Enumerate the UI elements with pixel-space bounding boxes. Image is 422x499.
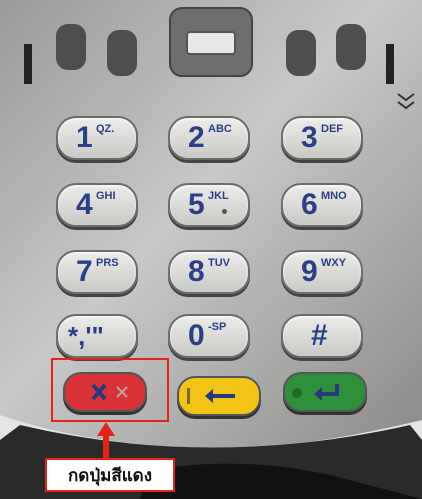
key-letters: GHI <box>96 190 116 202</box>
key-digit: 5 <box>188 188 205 221</box>
key-letters: WXY <box>321 257 347 269</box>
key-digit: 8 <box>188 255 205 288</box>
key-letters: DEF <box>321 123 343 135</box>
highlight-box <box>51 358 169 422</box>
key-letters: PRS <box>96 257 119 269</box>
clear-key[interactable] <box>177 376 261 416</box>
key-letters: -SP <box>208 321 227 333</box>
tactile-dot <box>222 209 227 214</box>
key-letters: ABC <box>208 123 232 135</box>
side-slot-right <box>386 44 394 84</box>
key-digit: 2 <box>188 121 205 154</box>
key-digit: 1 <box>76 121 93 154</box>
key-digit: 3 <box>301 121 318 154</box>
backspace-arrow-icon <box>187 388 235 404</box>
key-digit: 9 <box>301 255 318 288</box>
side-slot-left <box>24 44 32 84</box>
key-letters: TUV <box>208 257 230 269</box>
key-11[interactable]: # <box>281 314 363 358</box>
key-3[interactable]: 4 GHI <box>56 183 138 227</box>
key-8[interactable]: 9 WXY <box>281 250 363 294</box>
soft-key-3 <box>286 30 316 76</box>
key-digit: 7 <box>76 255 93 288</box>
key-letters: MNO <box>321 190 347 202</box>
key-10[interactable]: 0 -SP <box>168 314 250 358</box>
enter-key[interactable] <box>283 372 367 412</box>
key-digit: 6 <box>301 188 318 221</box>
key-digit: 4 <box>76 188 93 221</box>
soft-key-4 <box>336 24 366 70</box>
arrow-shaft <box>103 434 109 460</box>
key-6[interactable]: 7 PRS <box>56 250 138 294</box>
key-1[interactable]: 2 ABC <box>168 116 250 160</box>
instruction-label: กดปุ่มสีแดง <box>45 458 175 492</box>
key-0[interactable]: 1 QZ. <box>56 116 138 160</box>
key-letters: QZ. <box>96 123 115 135</box>
enter-arrow-icon <box>292 384 339 401</box>
key-5[interactable]: 6 MNO <box>281 183 363 227</box>
key-2[interactable]: 3 DEF <box>281 116 363 160</box>
key-letters: JKL <box>208 190 229 202</box>
key-4[interactable]: 5 JKL <box>168 183 250 227</box>
pin-pad-photo: 1 QZ. 2 ABC 3 DEF 4 GHI 5 JKL 6 MNO 7 PRS 8 TUV 9 WXY *,'"… <box>0 0 422 499</box>
key-digit: # <box>311 319 328 352</box>
key-7[interactable]: 8 TUV <box>168 250 250 294</box>
key-digit: *,'" <box>68 321 104 351</box>
soft-key-2 <box>107 30 137 76</box>
soft-key-1 <box>56 24 86 70</box>
key-digit: 0 <box>188 319 205 352</box>
key-9[interactable]: *,'" <box>56 314 138 358</box>
